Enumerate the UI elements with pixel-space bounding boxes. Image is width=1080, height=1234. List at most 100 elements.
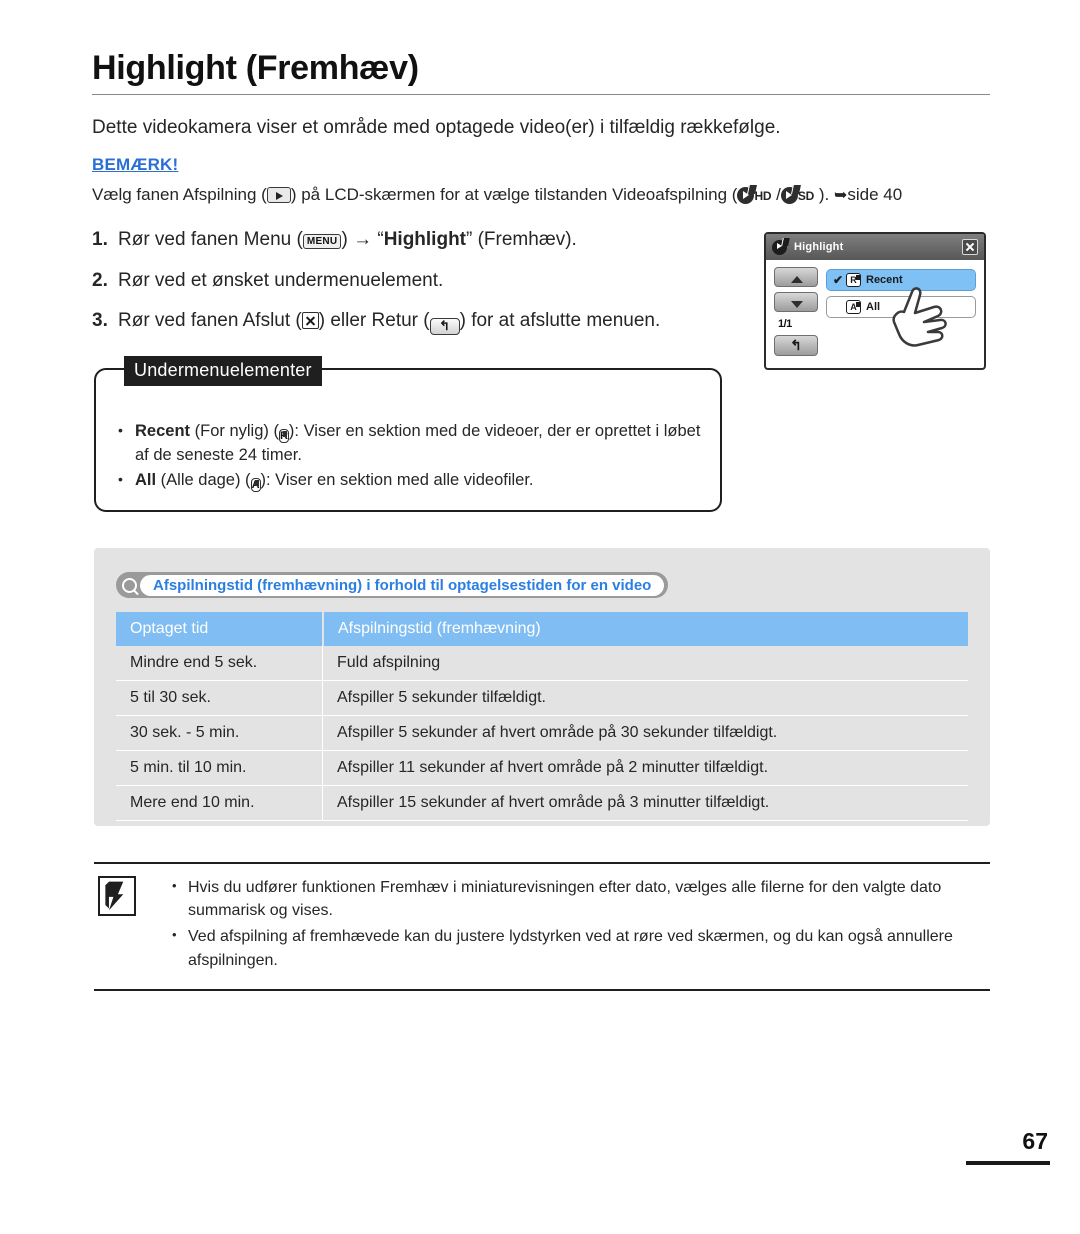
step-3-mid: ) eller Retur ( [318, 310, 430, 332]
menu-button-icon: MENU [302, 234, 342, 249]
lcd-title-bar: Highlight [766, 234, 984, 260]
lcd-close-icon[interactable] [962, 239, 978, 255]
page-header: Highlight (Fremhæv) [92, 49, 992, 96]
note-item: • Ved afspilning af fremhævede kan du ju… [172, 925, 986, 971]
lcd-return-button[interactable]: ↰ [774, 335, 818, 356]
table-cell-recorded-time: 30 sek. - 5 min. [130, 724, 240, 741]
table-cell-recorded-time: 5 til 30 sek. [130, 689, 211, 706]
step-3-number: 3. [92, 310, 108, 332]
all-badge-icon: A [250, 478, 261, 493]
submenu-item-recent: • Recent (For nylig) (R): Viser en sekti… [118, 420, 704, 467]
notice-text-3: ). [814, 185, 830, 204]
bullet-icon: • [172, 878, 177, 893]
step-2-text: Rør ved et ønsket undermenuelement. [118, 269, 444, 291]
step-1-post: (Fremhæv). [472, 229, 577, 250]
step-1-mid: ) [341, 229, 348, 250]
step-3: 3. Rør ved fanen Afslut ( ) eller Retur (… [92, 309, 752, 336]
section-caption-text: Afspilningstid (fremhævning) i forhold t… [140, 574, 665, 596]
section-caption-pill: Afspilningstid (fremhævning) i forhold t… [116, 572, 669, 598]
page-number: 67 [1022, 1128, 1048, 1154]
table-cell-playback-time: Fuld afspilning [322, 646, 968, 680]
scroll-down-button[interactable] [774, 292, 818, 312]
table-cell-playback-time: Afspiller 11 sekunder af hvert område på… [322, 751, 968, 785]
page-number-rule [966, 1161, 1050, 1165]
step-3-post: ) for at afslutte menuen. [459, 310, 661, 332]
table-body: Mindre end 5 sek. Fuld afspilning 5 til … [116, 646, 968, 821]
notice-text-1: Vælg fanen Afspilning ( [92, 185, 267, 204]
lcd-menu-item-all[interactable]: A All [826, 296, 976, 318]
all-badge-icon: A [846, 300, 861, 314]
submenu-item-all: • All (Alle dage) (A): Viser en sektion … [118, 469, 704, 493]
manual-page: Highlight (Fremhæv) Dette videokamera vi… [0, 0, 1080, 1234]
submenu-item-recent-text: Recent (For nylig) (R): Viser en sektion… [135, 420, 704, 467]
lcd-menu-item-recent[interactable]: ✔ R Recent [826, 269, 976, 291]
page-number-block: 67 [960, 1128, 1050, 1165]
submenu-item-recent-translation: (For nylig) ( [190, 422, 279, 440]
note-item: • Hvis du udfører funktionen Fremhæv i m… [172, 876, 986, 922]
note-item-text: Ved afspilning af fremhævede kan du just… [188, 928, 953, 969]
note-item-text: Hvis du udfører funktionen Fremhæv i min… [188, 879, 942, 920]
step-1-text: Rør ved fanen Menu (MENU) → “Highlight” … [118, 228, 752, 253]
video-hd-icon [737, 187, 755, 204]
lcd-menu-list: ✔ R Recent A All [826, 269, 976, 323]
table-column-header-recorded-time: Optaget tid [116, 612, 322, 646]
chevron-up-icon [791, 274, 803, 284]
step-2-number: 2. [92, 269, 108, 291]
notice-text-2: ) på LCD-skærmen for at vælge tilstanden… [290, 185, 738, 204]
step-2: 2. Rør ved et ønsket undermenuelement. [92, 269, 752, 294]
playback-time-panel: Afspilningstid (fremhævning) i forhold t… [94, 548, 990, 826]
hd-label: HD [754, 189, 772, 203]
submenu-item-list: • Recent (For nylig) (R): Viser en sekti… [118, 420, 704, 495]
notice-body: Vælg fanen Afspilning ( ) på LCD-skærmen … [92, 182, 1022, 208]
table-cell-playback-time: Afspiller 15 sekunder af hvert område på… [322, 786, 968, 820]
table-cell-playback-time: Afspiller 5 sekunder tilfældigt. [322, 681, 968, 715]
lcd-menu-item-recent-label: Recent [866, 274, 903, 286]
lcd-body: 1/1 ↰ ✔ R Recent A All [766, 260, 984, 368]
submenu-item-recent-name: Recent [135, 422, 191, 440]
notice-heading: BEMÆRK! [92, 155, 179, 174]
intro-paragraph: Dette videokamera viser et område med op… [92, 117, 781, 138]
scroll-up-button[interactable] [774, 267, 818, 287]
step-1-number: 1. [92, 229, 108, 250]
submenu-box-title: Undermenuelementer [124, 356, 322, 386]
submenu-item-all-rest: ): Viser en sektion med alle videofiler. [260, 471, 534, 490]
table-header-row: Optaget tid Afspilningstid (fremhævning) [116, 612, 968, 646]
table-cell-playback-time: Afspiller 5 sekunder af hvert område på … [322, 716, 968, 750]
lcd-page-indicator: 1/1 [778, 318, 792, 330]
step-1-arrow-icon: → [353, 229, 373, 250]
note-icon-container [94, 876, 172, 975]
title-divider [92, 94, 990, 96]
submenu-items-box: Undermenuelementer • Recent (For nylig) … [94, 356, 722, 512]
instruction-steps: 1. Rør ved fanen Menu (MENU) → “Highligh… [92, 228, 752, 351]
recent-badge-icon: R [278, 429, 289, 443]
table-row: 30 sek. - 5 min. Afspiller 5 sekunder af… [116, 716, 968, 751]
footer-notes: • Hvis du udfører funktionen Fremhæv i m… [94, 862, 990, 991]
table-row: Mindre end 5 sek. Fuld afspilning [116, 646, 968, 681]
bullet-icon: • [118, 471, 123, 488]
table-cell-recorded-time: 5 min. til 10 min. [130, 759, 247, 776]
close-icon [301, 312, 319, 330]
table-row: Mere end 10 min. Afspiller 15 sekunder a… [116, 786, 968, 821]
table-cell-recorded-time: Mere end 10 min. [130, 794, 255, 811]
submenu-item-all-name: All [135, 471, 157, 490]
step-3-pre: Rør ved fanen Afslut ( [118, 310, 302, 332]
playback-time-table: Optaget tid Afspilningstid (fremhævning)… [116, 612, 968, 821]
step-1-pre: Rør ved fanen Menu ( [118, 229, 303, 250]
step-3-text: Rør ved fanen Afslut ( ) eller Retur (↰) … [118, 309, 752, 336]
table-column-header-playback-time: Afspilningstid (fremhævning) [324, 612, 968, 646]
lcd-nav-column: 1/1 ↰ [774, 267, 818, 356]
table-row: 5 til 30 sek. Afspiller 5 sekunder tilfæ… [116, 681, 968, 716]
sd-label: SD [797, 189, 815, 203]
arrow-icon: ➥ [833, 187, 848, 204]
lcd-screen-mockup: Highlight 1/1 ↰ ✔ R Recent A All [764, 232, 986, 370]
recent-badge-icon: R [846, 273, 861, 287]
table-row: 5 min. til 10 min. Afspiller 11 sekunder… [116, 751, 968, 786]
video-playback-icon [772, 239, 787, 255]
page-title: Highlight (Fremhæv) [92, 49, 419, 87]
note-pen-icon [98, 876, 136, 916]
submenu-item-all-translation: (Alle dage) ( [156, 471, 251, 490]
submenu-item-all-text: All (Alle dage) (A): Viser en sektion me… [135, 469, 704, 493]
return-button-icon: ↰ [429, 318, 460, 336]
video-sd-icon [780, 187, 798, 204]
play-tab-icon [266, 187, 291, 203]
